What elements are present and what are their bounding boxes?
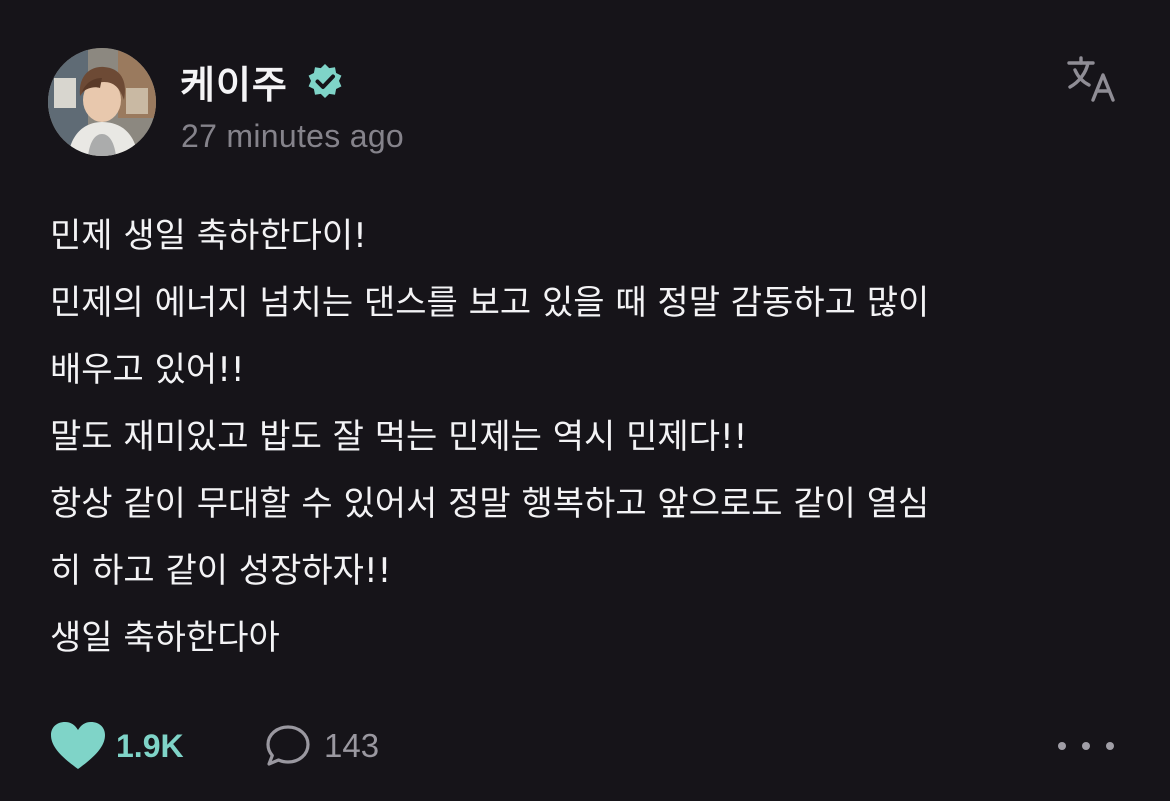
author-header: 케이주	[180, 55, 346, 107]
more-dots-icon	[1106, 742, 1114, 750]
author-avatar[interactable]	[48, 48, 156, 156]
post-body-line: 민제 생일 축하한다이!	[50, 216, 367, 256]
post-body-line: 생일 축하한다아	[50, 618, 280, 658]
post-body-line: 민제의 에너지 넘치는 댄스를 보고 있을 때 정말 감동하고 많이	[50, 283, 930, 323]
comment-button[interactable]: 143	[264, 718, 379, 774]
post-body: 민제 생일 축하한다이! 민제의 에너지 넘치는 댄스를 보고 있을 때 정말 …	[50, 203, 1130, 672]
translate-icon	[1067, 56, 1115, 102]
more-dots-icon	[1058, 742, 1066, 750]
more-dots-icon	[1082, 742, 1090, 750]
verified-badge-icon	[308, 64, 342, 98]
comment-bubble-icon	[266, 725, 310, 766]
post-body-line: 히 하고 같이 성장하자!!	[50, 551, 392, 591]
post-body-line: 항상 같이 무대할 수 있어서 정말 행복하고 앞으로도 같이 열심	[50, 484, 930, 524]
like-count: 1.9K	[116, 727, 184, 764]
heart-icon	[51, 722, 105, 769]
post-body-line: 말도 재미있고 밥도 잘 먹는 민제는 역시 민제다!!	[50, 417, 748, 457]
author-name[interactable]: 케이주	[180, 54, 288, 109]
translate-button[interactable]	[1066, 55, 1118, 103]
post-body-line: 배우고 있어!!	[50, 350, 245, 390]
like-button[interactable]: 1.9K	[50, 718, 184, 774]
post-actions: 1.9K 143	[50, 718, 1120, 774]
post-timestamp: 27 minutes ago	[181, 118, 405, 154]
comment-count: 143	[324, 727, 380, 764]
more-options-button[interactable]	[1058, 730, 1114, 762]
